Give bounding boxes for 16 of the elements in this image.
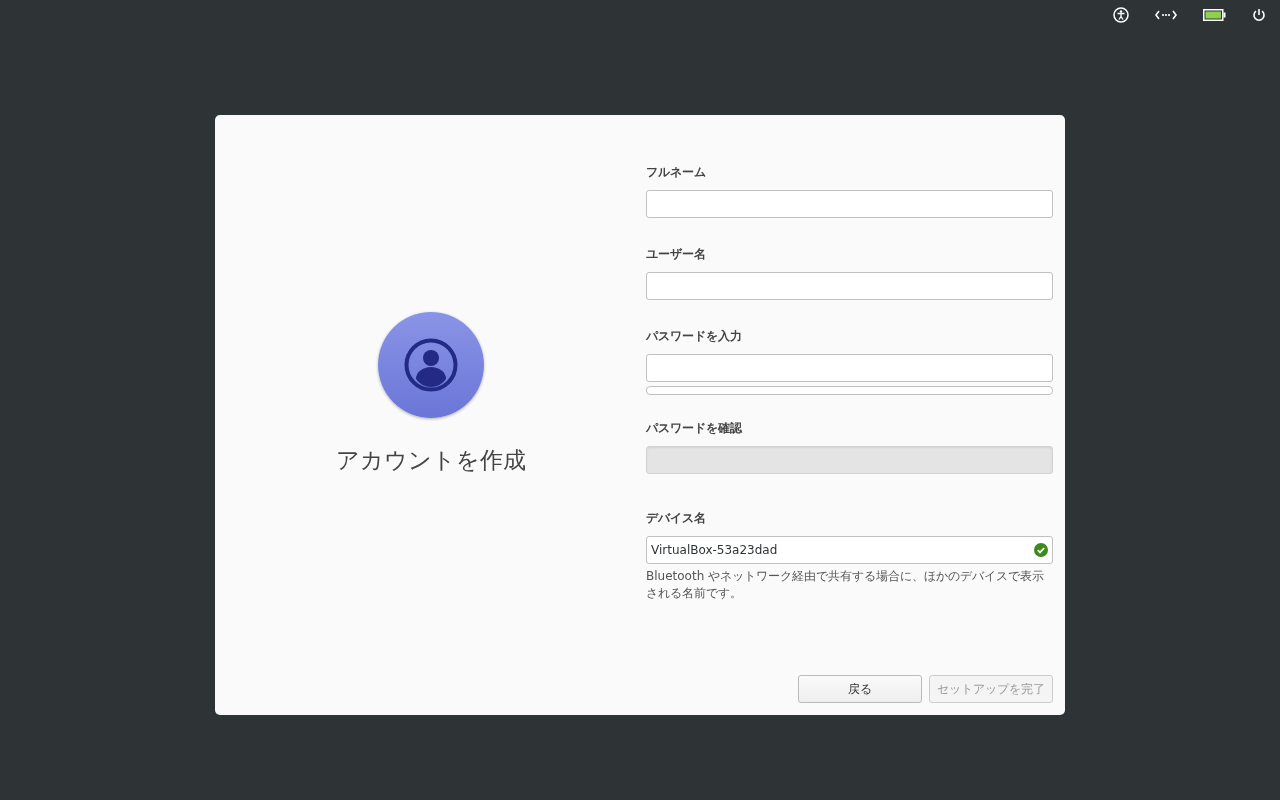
network-icon[interactable]: [1155, 9, 1177, 21]
power-icon[interactable]: [1252, 8, 1266, 22]
accessibility-icon[interactable]: [1113, 7, 1129, 23]
field-label: ユーザー名: [646, 246, 707, 262]
field-label: フルネーム: [646, 164, 707, 180]
field-label: パスワードを確認: [646, 420, 743, 436]
field-label: デバイス名: [646, 510, 707, 526]
input-field[interactable]: [646, 354, 1053, 382]
page-title: アカウントを作成: [335, 446, 526, 475]
input-field[interactable]: [646, 190, 1053, 218]
input-field[interactable]: VirtualBox-53a23dad: [646, 536, 1053, 564]
input-field[interactable]: [646, 272, 1053, 300]
battery-icon[interactable]: [1203, 9, 1226, 21]
field-label: パスワードを入力: [646, 328, 743, 344]
back-button[interactable]: 戻る: [798, 675, 922, 703]
hint-text: Bluetooth やネットワーク経由で共有する場合に、ほかのデバイスで表示される名前です。: [646, 568, 1046, 602]
